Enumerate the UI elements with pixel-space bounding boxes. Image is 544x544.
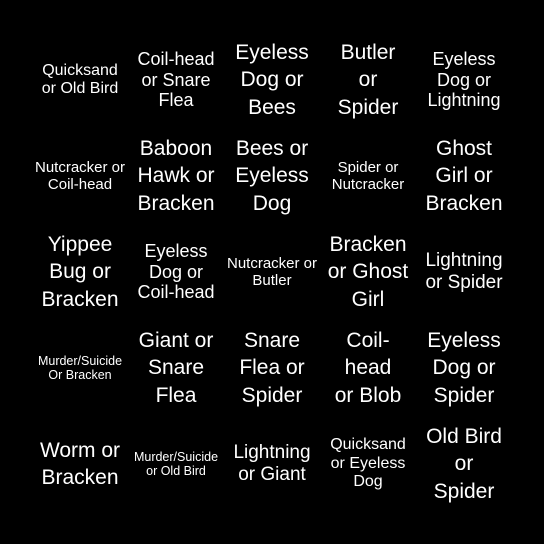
cell-text: Coil-head or Snare Flea bbox=[137, 48, 215, 111]
bingo-cell[interactable]: Worm or Bracken bbox=[32, 416, 128, 512]
cell-text: Nutcracker or Butler bbox=[226, 254, 318, 289]
cell-text: Eyeless Dog or Bees bbox=[235, 41, 309, 119]
bingo-cell[interactable]: Quicksand or Eyeless Dog bbox=[320, 416, 416, 512]
bingo-cell[interactable]: Coil-head or Blob bbox=[320, 320, 416, 416]
bingo-cell[interactable]: Baboon Hawk or Bracken bbox=[128, 128, 224, 224]
bingo-cell[interactable]: Yippee Bug or Bracken bbox=[32, 224, 128, 320]
cell-text: Murder/Suicide or Old Bird bbox=[133, 449, 219, 478]
cell-text: Lightning or Spider bbox=[425, 250, 503, 293]
bingo-cell[interactable]: Nutcracker or Coil-head bbox=[32, 128, 128, 224]
cell-text: Bees or Eyeless Dog bbox=[235, 137, 309, 215]
cell-text: Butler or Spider bbox=[337, 41, 399, 119]
bingo-cell[interactable]: Eyeless Dog or Lightning bbox=[416, 32, 512, 128]
cell-text: Eyeless Dog or Lightning bbox=[427, 48, 501, 111]
cell-text: Quicksand or Old Bird bbox=[41, 61, 119, 97]
bingo-cell[interactable]: Murder/Suicide or Old Bird bbox=[128, 416, 224, 512]
bingo-cell[interactable]: Butler or Spider bbox=[320, 32, 416, 128]
bingo-cell[interactable]: Bees or Eyeless Dog bbox=[224, 128, 320, 224]
bingo-cell[interactable]: Murder/Suicide Or Bracken bbox=[32, 320, 128, 416]
bingo-cell[interactable]: Eyeless Dog or Coil-head bbox=[128, 224, 224, 320]
cell-text: Ghost Girl or Bracken bbox=[425, 137, 503, 215]
bingo-cell[interactable]: Bracken or Ghost Girl bbox=[320, 224, 416, 320]
bingo-cell[interactable]: Snare Flea or Spider bbox=[224, 320, 320, 416]
bingo-cell[interactable]: Lightning or Giant bbox=[224, 416, 320, 512]
bingo-cell[interactable]: Giant or Snare Flea bbox=[128, 320, 224, 416]
bingo-cell[interactable]: Coil-head or Snare Flea bbox=[128, 32, 224, 128]
cell-text: Yippee Bug or Bracken bbox=[41, 233, 119, 311]
bingo-cell[interactable]: Eyeless Dog or Bees bbox=[224, 32, 320, 128]
cell-text: Eyeless Dog or Coil-head bbox=[137, 240, 215, 303]
cell-text: Quicksand or Eyeless Dog bbox=[330, 436, 406, 491]
bingo-cell[interactable]: Eyeless Dog or Spider bbox=[416, 320, 512, 416]
cell-text: Lightning or Giant bbox=[233, 442, 311, 485]
cell-text: Coil-head or Blob bbox=[334, 329, 402, 407]
cell-text: Old Bird or Spider bbox=[426, 425, 502, 503]
cell-text: Baboon Hawk or Bracken bbox=[137, 137, 215, 215]
bingo-cell[interactable]: Quicksand or Old Bird bbox=[32, 32, 128, 128]
bingo-cell[interactable]: Nutcracker or Butler bbox=[224, 224, 320, 320]
cell-text: Worm or Bracken bbox=[39, 438, 121, 489]
cell-text: Snare Flea or Spider bbox=[239, 329, 305, 407]
cell-text: Nutcracker or Coil-head bbox=[34, 158, 126, 193]
cell-text: Eyeless Dog or Spider bbox=[427, 329, 501, 407]
bingo-cell[interactable]: Lightning or Spider bbox=[416, 224, 512, 320]
bingo-board: Quicksand or Old Bird Coil-head or Snare… bbox=[32, 32, 512, 512]
bingo-cell[interactable]: Spider or Nutcracker bbox=[320, 128, 416, 224]
bingo-cell[interactable]: Old Bird or Spider bbox=[416, 416, 512, 512]
cell-text: Murder/Suicide Or Bracken bbox=[37, 353, 123, 382]
cell-text: Bracken or Ghost Girl bbox=[327, 233, 409, 311]
cell-text: Giant or Snare Flea bbox=[138, 329, 214, 407]
cell-text: Spider or Nutcracker bbox=[331, 158, 405, 193]
bingo-cell[interactable]: Ghost Girl or Bracken bbox=[416, 128, 512, 224]
